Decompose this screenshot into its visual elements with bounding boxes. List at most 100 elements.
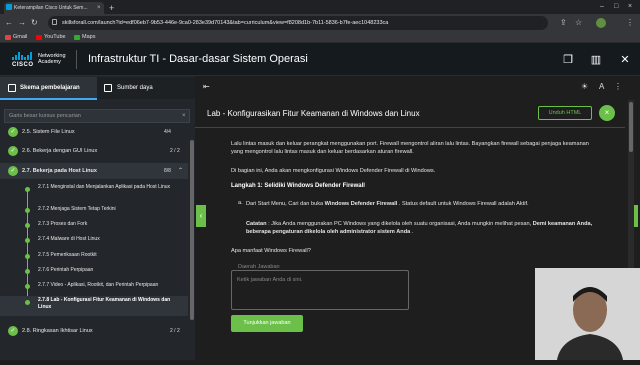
nav-item-label: 2.5. Sistem File Linux <box>22 129 75 135</box>
bookmarks-bar <box>0 32 640 43</box>
nav-item-label: 2.8. Ringkasan Ikhtisar Linux <box>22 328 93 334</box>
outline-icon <box>8 84 16 92</box>
minimize-icon[interactable]: – <box>600 1 604 13</box>
subitem-2-7-4[interactable]: 2.7.4 Malware di Host Linux <box>0 236 188 246</box>
nav-item-label: 2.6. Bekerja dengan GUI Linux <box>22 148 98 154</box>
prev-page-icon[interactable]: ‹ <box>196 205 206 227</box>
instruction-suffix: . Status default untuk Windows Firewall … <box>397 201 529 207</box>
maps-icon <box>74 35 80 40</box>
instruction-prefix: Dari Start Menu, Cari dan buka <box>246 201 325 207</box>
nav-item-count: 2 / 2 <box>170 328 180 334</box>
back-icon[interactable]: ← <box>5 17 13 29</box>
subitem-2-7-5[interactable]: 2.7.5 Pemeriksaan Rootkit <box>0 252 188 262</box>
answer-area-legend: Daerah Jawaban <box>236 264 282 270</box>
complete-dot-icon <box>25 284 30 289</box>
content-close-icon[interactable]: × <box>599 105 615 121</box>
resources-icon <box>104 84 112 92</box>
step-heading: Langkah 1: Selidiki Windows Defender Fir… <box>231 183 365 189</box>
question-text: Apa manfaat Windows Firewall? <box>231 248 311 254</box>
lock-icon <box>52 19 57 25</box>
page-title: Lab - Konfigurasikan Fitur Keamanan di W… <box>207 109 420 118</box>
subitem-2-7-6[interactable]: 2.7.6 Perintah Perpipaan <box>0 267 188 277</box>
list-marker: a. <box>238 200 243 206</box>
header-divider <box>76 50 77 69</box>
url-input[interactable]: skillsforall.com/launch?id=edf06eb7-9b53… <box>48 16 548 30</box>
course-title: Infrastruktur TI - Dasar-dasar Sistem Op… <box>88 53 308 65</box>
check-icon: ✓ <box>8 127 18 137</box>
header-close-icon[interactable]: ✕ <box>614 50 636 70</box>
instruction-bold: Windows Defender Firewall <box>324 201 398 207</box>
new-tab-icon[interactable]: + <box>109 2 114 14</box>
note-text: : Jika Anda menggunakan PC Windows yang … <box>266 221 533 227</box>
content-scrollbar[interactable] <box>629 102 633 152</box>
theme-toggle-icon[interactable]: ☀ <box>581 82 588 92</box>
complete-dot-icon <box>25 187 30 192</box>
answer-textarea[interactable] <box>231 270 409 310</box>
subitem-2-7-8[interactable]: 2.7.8 Lab - Konfigurasi Fitur Keamanan d… <box>0 296 188 316</box>
note-paragraph: Catatan : Jika Anda menggunakan PC Windo… <box>246 220 602 236</box>
nav-item-2-6[interactable]: ✓ 2.6. Bekerja dengan GUI Linux 2 / 2 <box>0 143 188 159</box>
outline-search-input[interactable]: Garis besar kursus pencarian <box>4 109 190 123</box>
answer-placeholder: Ketik jawaban Anda di sini. <box>237 277 303 283</box>
note-label: Catatan <box>246 221 267 227</box>
subitem-2-7-1[interactable]: 2.7.1 Menginstal dan Menjalankan Aplikas… <box>0 184 188 202</box>
networking-academy-text: Networking Academy <box>38 53 66 65</box>
subitem-2-7-3[interactable]: 2.7.3 Proses dan Fork <box>0 221 188 231</box>
complete-dot-icon <box>25 254 30 259</box>
window-close-icon[interactable]: × <box>628 1 632 13</box>
intro-paragraph: Lalu lintas masuk dan keluar perangkat m… <box>231 141 589 155</box>
browser-menu-icon[interactable]: ⋮ <box>626 17 634 29</box>
person-silhouette-icon <box>535 268 640 360</box>
chart-icon[interactable]: ▥ <box>585 50 607 70</box>
step-instruction: Dari Start Menu, Cari dan buka Windows D… <box>246 200 602 208</box>
gmail-icon <box>5 35 11 40</box>
maximize-icon[interactable]: □ <box>614 1 618 13</box>
nav-item-count: 4/4 <box>164 129 171 135</box>
forward-icon[interactable]: → <box>18 17 26 29</box>
subitem-label: 2.7.2 Menjaga Sistem Tetap Terkini <box>38 206 116 212</box>
bookmark-maps[interactable]: Maps <box>82 33 95 42</box>
nav-item-2-8[interactable]: ✓ 2.8. Ringkasan Ikhtisar Linux 2 / 2 <box>0 323 188 339</box>
nav-item-2-7[interactable]: ✓ 2.7. Bekerja pada Host Linux 8/8 ⌃ <box>0 163 188 179</box>
more-options-icon[interactable]: ⋮ <box>614 82 622 92</box>
nav-item-label: 2.7. Bekerja pada Host Linux <box>22 168 97 174</box>
bookmark-gmail[interactable]: Gmail <box>13 33 27 42</box>
profile-avatar[interactable] <box>596 18 606 28</box>
active-tab-indicator <box>0 98 97 100</box>
nav-item-count: 8/8 <box>164 168 171 174</box>
sidebar-scrollbar[interactable] <box>190 140 194 320</box>
download-html-button[interactable]: Unduh HTML <box>538 106 592 120</box>
youtube-icon <box>36 35 42 40</box>
webcam-overlay <box>535 268 640 360</box>
tab-favicon-icon <box>6 4 12 10</box>
complete-dot-icon <box>25 208 30 213</box>
bookmark-youtube[interactable]: YouTube <box>44 33 66 42</box>
reload-icon[interactable]: ↻ <box>31 17 38 29</box>
subitem-2-7-7[interactable]: 2.7.7 Video - Aplikasi, Rootkit, dan Per… <box>0 282 188 292</box>
expand-menu-icon[interactable]: ⇤ <box>203 82 210 92</box>
star-icon[interactable]: ☆ <box>575 17 582 29</box>
subitem-2-7-2[interactable]: 2.7.2 Menjaga Sistem Tetap Terkini <box>0 206 188 216</box>
tab-close-icon[interactable]: × <box>97 2 101 14</box>
subitem-label: 2.7.4 Malware di Host Linux <box>38 236 100 242</box>
search-clear-icon[interactable]: × <box>182 110 186 122</box>
subitem-label: 2.7.3 Proses dan Fork <box>38 221 88 227</box>
browser-tab[interactable]: Keterampilan Cisco Untuk Sem... <box>4 2 104 14</box>
complete-dot-icon <box>25 300 30 305</box>
complete-dot-icon <box>25 269 30 274</box>
check-icon: ✓ <box>8 166 18 176</box>
subitem-label: 2.7.1 Menginstal dan Menjalankan Aplikas… <box>38 184 171 190</box>
share-icon[interactable]: ⇪ <box>560 17 567 29</box>
subitem-label: 2.7.5 Pemeriksaan Rootkit <box>38 252 97 258</box>
text-size-icon[interactable]: A <box>599 82 604 92</box>
show-answer-button[interactable]: Tunjukkan jawaban <box>231 315 303 332</box>
subitem-label: 2.7.7 Video - Aplikasi, Rootkit, dan Per… <box>38 282 159 288</box>
nav-item-count: 2 / 2 <box>170 148 180 154</box>
cisco-logo-text: CISCO <box>12 62 34 68</box>
nav-item-2-5[interactable]: ✓ 2.5. Sistem File Linux 4/4 <box>0 126 188 138</box>
cisco-logo-icon <box>12 52 34 60</box>
section-paragraph: Di bagian ini, Anda akan mengkonfigurasi… <box>231 168 436 174</box>
complete-dot-icon <box>25 238 30 243</box>
complete-dot-icon <box>25 223 30 228</box>
book-icon[interactable]: ❒ <box>557 50 579 70</box>
